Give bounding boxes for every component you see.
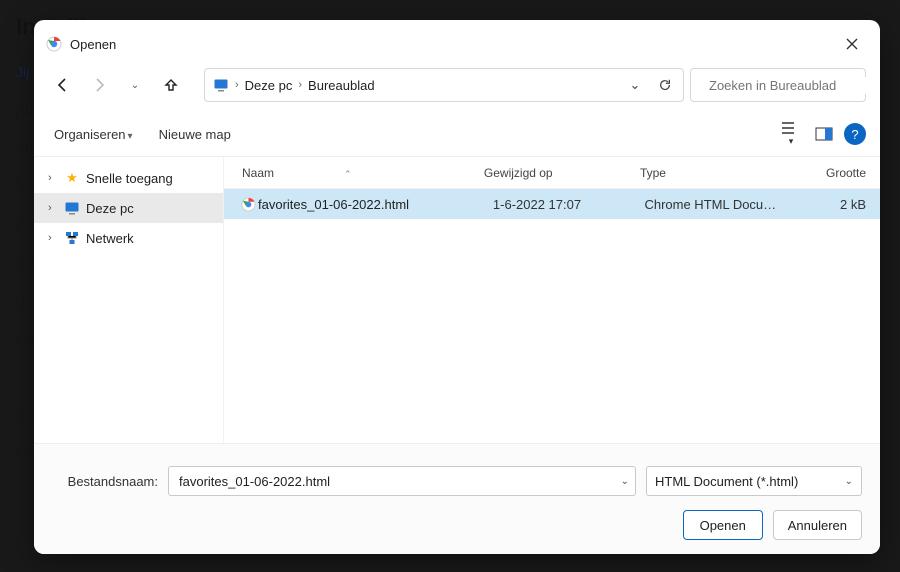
col-modified[interactable]: Gewijzigd op bbox=[484, 166, 640, 180]
nav-recent-dropdown[interactable]: ⌄ bbox=[120, 70, 150, 100]
refresh-button[interactable] bbox=[653, 78, 677, 92]
monitor-icon bbox=[213, 77, 229, 93]
file-date: 1-6-2022 17:07 bbox=[493, 197, 645, 212]
monitor-icon bbox=[64, 200, 80, 216]
file-list: Naam⌃ Gewijzigd op Type Grootte favorite… bbox=[224, 157, 880, 443]
tree-item-network[interactable]: › Netwerk bbox=[34, 223, 223, 253]
breadcrumb-dropdown[interactable]: ⌄ bbox=[623, 77, 647, 93]
nav-tree: › ★ Snelle toegang › Deze pc › Netwerk bbox=[34, 157, 224, 443]
chevron-right-icon: › bbox=[298, 79, 302, 91]
close-icon bbox=[845, 37, 859, 51]
tree-item-quick-access[interactable]: › ★ Snelle toegang bbox=[34, 163, 223, 193]
new-folder-button[interactable]: Nieuwe map bbox=[149, 122, 241, 147]
chevron-right-icon: › bbox=[48, 232, 58, 244]
col-type[interactable]: Type bbox=[640, 166, 796, 180]
filename-value: favorites_01-06-2022.html bbox=[179, 474, 330, 489]
search-box[interactable] bbox=[690, 68, 866, 102]
navbar: ⌄ › Deze pc › Bureaublad ⌄ bbox=[34, 68, 880, 112]
refresh-icon bbox=[658, 78, 672, 92]
breadcrumb-bar[interactable]: › Deze pc › Bureaublad ⌄ bbox=[204, 68, 684, 102]
titlebar: Openen bbox=[34, 20, 880, 68]
chevron-right-icon: › bbox=[48, 172, 58, 184]
arrow-up-icon bbox=[163, 77, 179, 93]
chevron-right-icon: › bbox=[235, 79, 239, 91]
nav-back-button[interactable] bbox=[48, 70, 78, 100]
file-name: favorites_01-06-2022.html bbox=[258, 197, 493, 212]
filename-combo[interactable]: favorites_01-06-2022.html ⌄ bbox=[168, 466, 636, 496]
caret-down-icon: ⌄ bbox=[621, 476, 629, 487]
nav-up-button[interactable] bbox=[156, 70, 186, 100]
col-size[interactable]: Grootte bbox=[796, 166, 866, 180]
sort-caret-icon: ⌃ bbox=[344, 169, 352, 179]
file-row[interactable]: favorites_01-06-2022.html 1-6-2022 17:07… bbox=[224, 189, 880, 219]
arrow-right-icon bbox=[91, 77, 107, 93]
breadcrumb-item[interactable]: Deze pc bbox=[245, 78, 293, 93]
cancel-button[interactable]: Annuleren bbox=[773, 510, 862, 540]
nav-forward-button[interactable] bbox=[84, 70, 114, 100]
arrow-left-icon bbox=[55, 77, 71, 93]
filename-label: Bestandsnaam: bbox=[52, 474, 158, 489]
tree-label: Deze pc bbox=[86, 201, 134, 216]
caret-down-icon: ▾ bbox=[789, 136, 794, 147]
column-headers: Naam⌃ Gewijzigd op Type Grootte bbox=[224, 157, 880, 189]
file-size: 2 kB bbox=[796, 197, 866, 212]
preview-pane-button[interactable] bbox=[810, 120, 838, 148]
dialog-footer: Bestandsnaam: favorites_01-06-2022.html … bbox=[34, 443, 880, 554]
chrome-icon bbox=[46, 36, 62, 52]
open-button[interactable]: Openen bbox=[683, 510, 763, 540]
preview-pane-icon bbox=[815, 127, 833, 141]
caret-down-icon: ⌄ bbox=[845, 476, 853, 487]
tree-label: Snelle toegang bbox=[86, 171, 173, 186]
organize-button[interactable]: Organiseren▾ bbox=[44, 122, 143, 147]
open-file-dialog: Openen ⌄ › Deze pc › Bureaublad ⌄ bbox=[34, 20, 880, 554]
view-mode-button[interactable]: ▾ bbox=[776, 120, 804, 148]
organize-label: Organiseren bbox=[54, 127, 126, 142]
chevron-right-icon: › bbox=[48, 202, 58, 214]
tree-item-this-pc[interactable]: › Deze pc bbox=[34, 193, 223, 223]
search-input[interactable] bbox=[707, 77, 880, 94]
file-type: Chrome HTML Docu… bbox=[644, 197, 796, 212]
caret-down-icon: ▾ bbox=[128, 131, 133, 142]
dialog-title: Openen bbox=[70, 37, 116, 52]
col-name[interactable]: Naam⌃ bbox=[242, 166, 484, 180]
tree-label: Netwerk bbox=[86, 231, 134, 246]
star-icon: ★ bbox=[64, 170, 80, 186]
chrome-file-icon bbox=[238, 197, 258, 212]
help-button[interactable]: ? bbox=[844, 123, 866, 145]
filetype-value: HTML Document (*.html) bbox=[655, 474, 798, 489]
network-icon bbox=[64, 230, 80, 246]
list-view-icon bbox=[781, 121, 799, 135]
close-button[interactable] bbox=[838, 30, 866, 58]
filetype-combo[interactable]: HTML Document (*.html) ⌄ bbox=[646, 466, 862, 496]
breadcrumb-item[interactable]: Bureaublad bbox=[308, 78, 375, 93]
toolbar: Organiseren▾ Nieuwe map ▾ ? bbox=[34, 112, 880, 157]
